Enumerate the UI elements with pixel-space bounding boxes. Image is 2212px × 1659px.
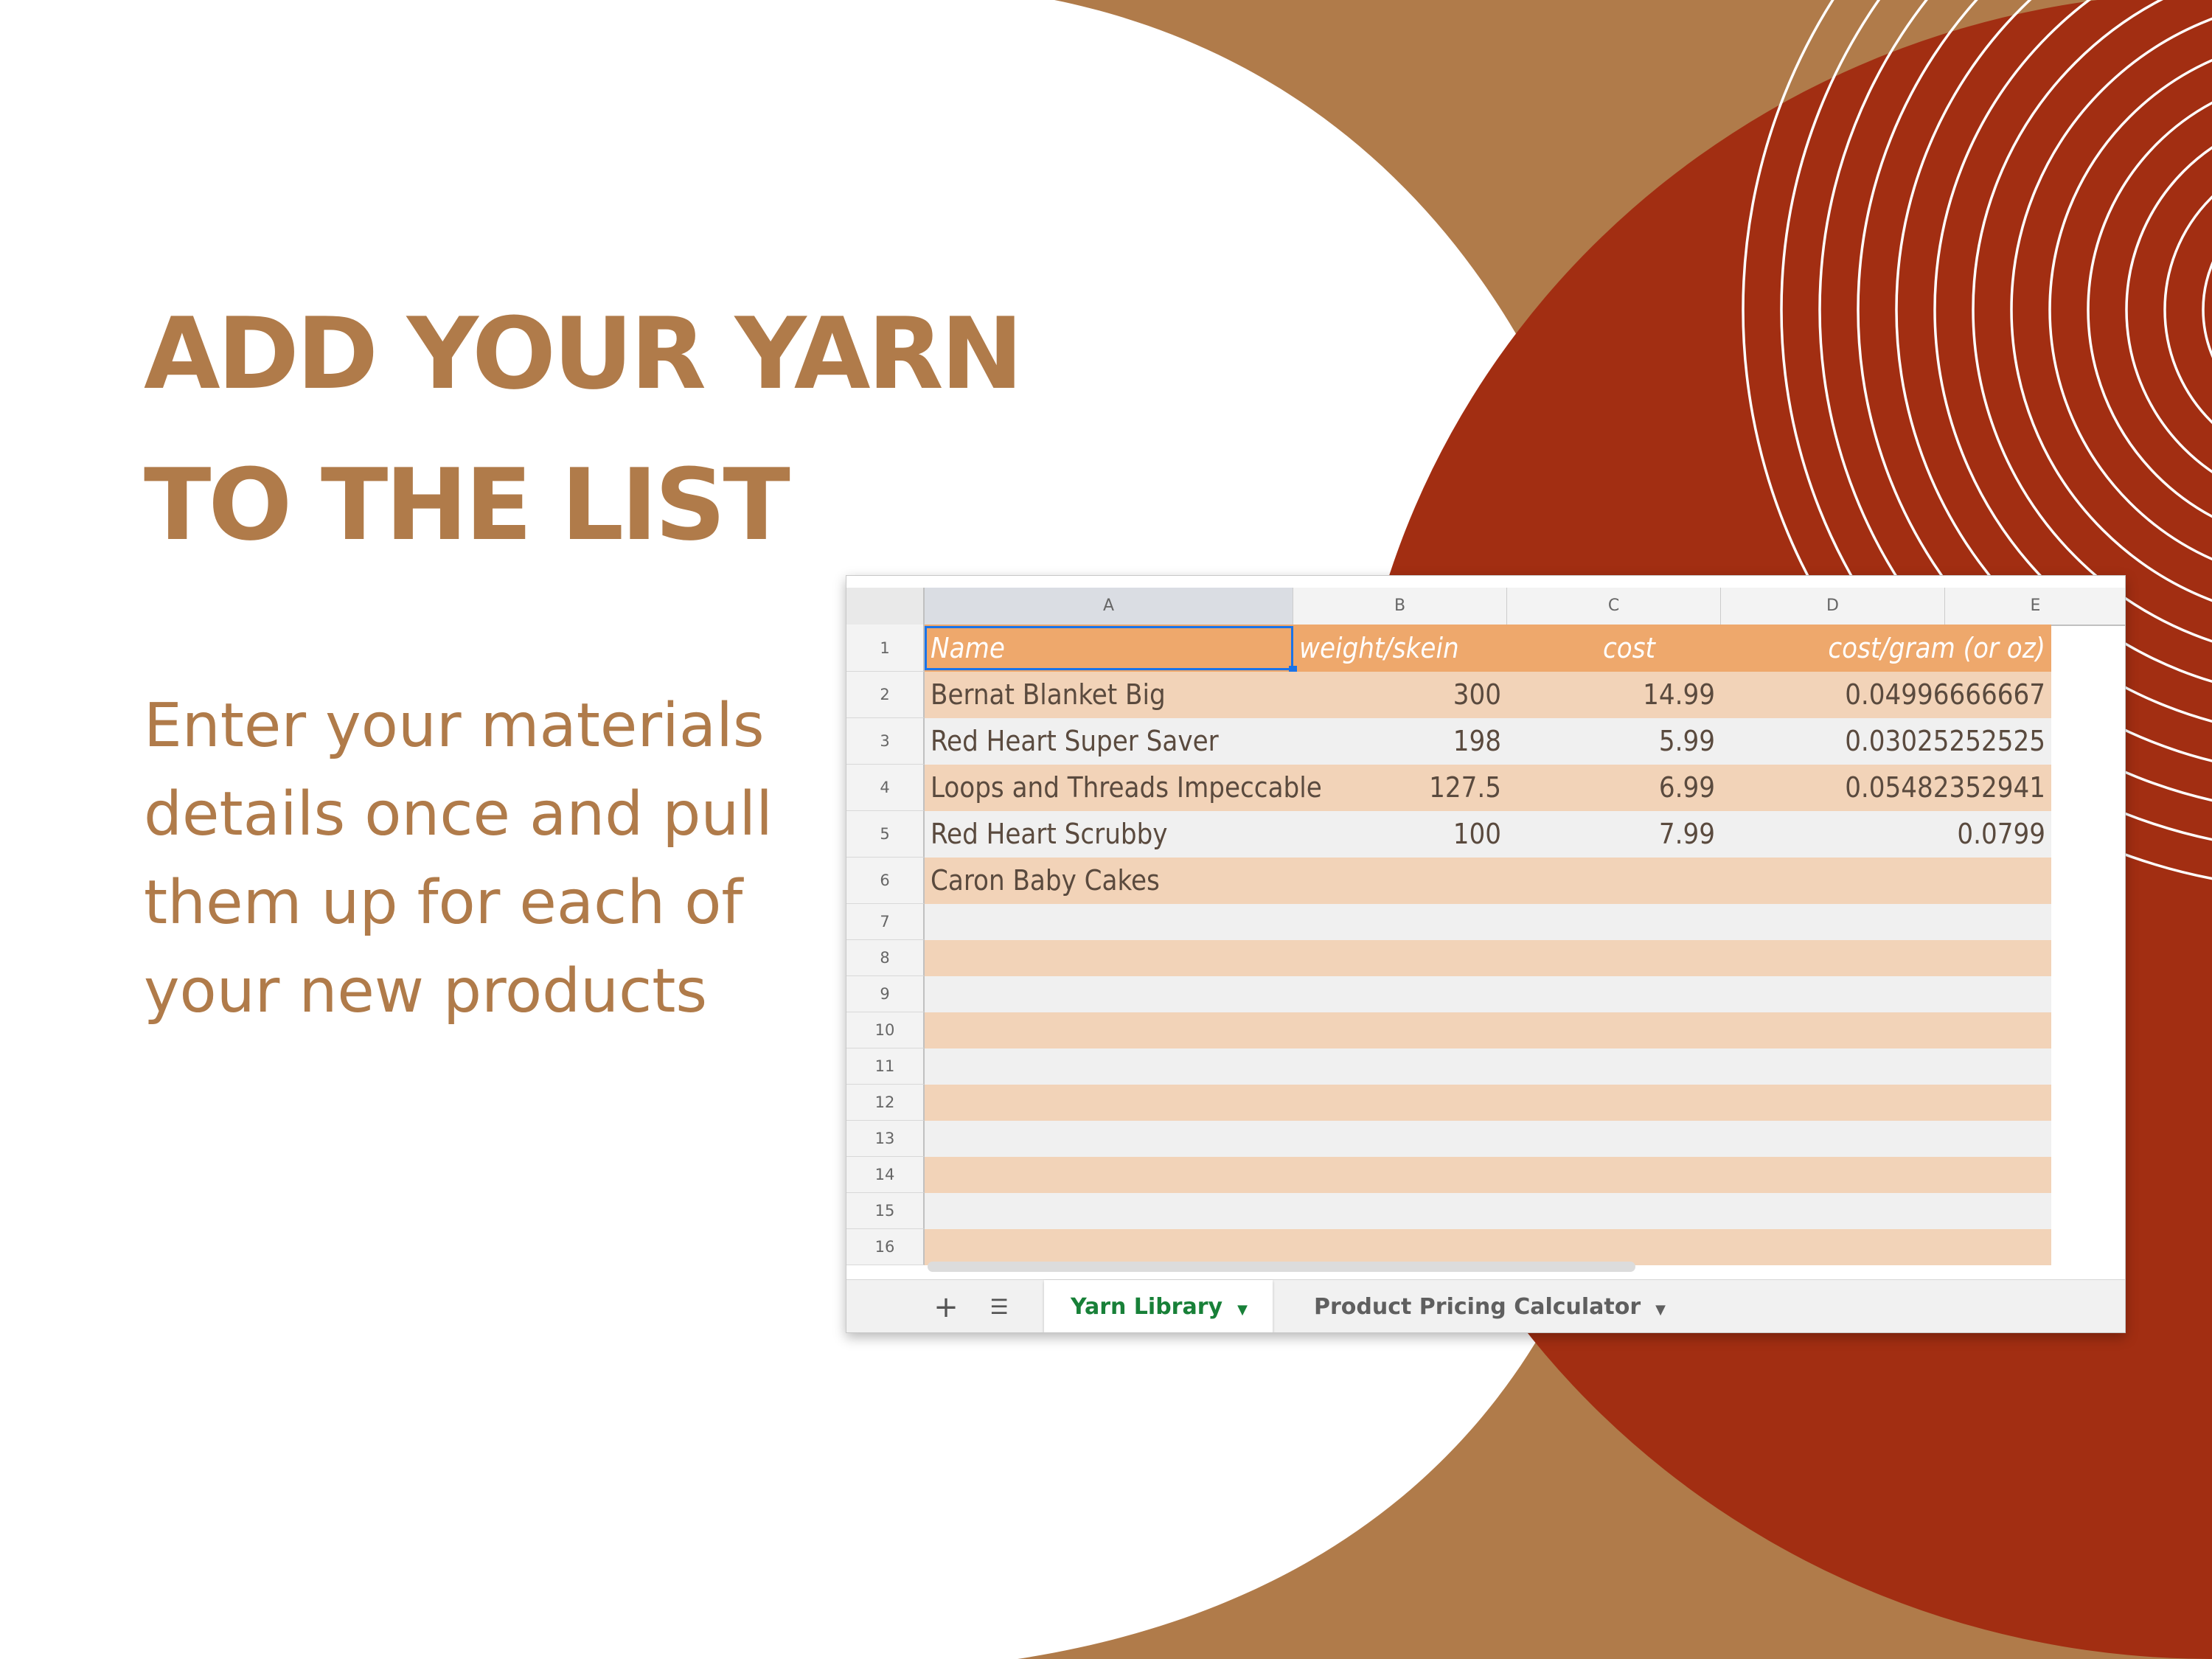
table-row: 2 Bernat Blanket Big 300 14.99 0.04996666667 bbox=[846, 672, 2125, 718]
row-band bbox=[925, 1121, 2051, 1157]
row-number[interactable]: 4 bbox=[846, 765, 925, 811]
caret-down-icon[interactable]: ▼ bbox=[1655, 1302, 1666, 1318]
cost-cell[interactable]: 7.99 bbox=[1507, 811, 1721, 858]
row-band bbox=[925, 940, 2051, 976]
table-row: 4 Loops and Threads Impeccable 127.5 6.99 0.… bbox=[846, 765, 2125, 811]
weight-cell[interactable]: 300 bbox=[1293, 672, 1507, 718]
column-header-b[interactable]: B bbox=[1293, 588, 1507, 625]
cost-per-gram-cell[interactable]: 0.0799 bbox=[1721, 811, 2051, 858]
column-header-e[interactable]: E bbox=[1945, 588, 2125, 625]
tab-label: Yarn Library bbox=[1071, 1294, 1223, 1320]
caret-down-icon[interactable]: ▼ bbox=[1237, 1302, 1248, 1318]
row-number[interactable]: 7 bbox=[846, 904, 925, 940]
sheet-list-icon[interactable]: ☰ bbox=[981, 1289, 1018, 1326]
selected-cell-outline bbox=[925, 626, 1293, 670]
body-text: Enter your materials details once and pu… bbox=[144, 691, 773, 1026]
weight-cell[interactable]: 127.5 bbox=[1293, 765, 1507, 811]
row-band bbox=[925, 976, 2051, 1012]
cost-cell[interactable]: 6.99 bbox=[1507, 765, 1721, 811]
table-row: 5 Red Heart Scrubby 100 7.99 0.0799 bbox=[846, 811, 2125, 858]
row-band bbox=[925, 1193, 2051, 1229]
table-row: 11 bbox=[846, 1048, 2125, 1085]
table-row: 13 bbox=[846, 1121, 2125, 1157]
row-number[interactable]: 11 bbox=[846, 1048, 925, 1085]
row-number[interactable]: 5 bbox=[846, 811, 925, 858]
cost-per-gram-cell[interactable]: 0.03025252525 bbox=[1721, 718, 2051, 765]
name-cell[interactable]: Red Heart Super Saver bbox=[925, 718, 1293, 765]
row-number[interactable]: 12 bbox=[846, 1085, 925, 1121]
weight-cell[interactable]: 100 bbox=[1293, 811, 1507, 858]
select-all-corner[interactable] bbox=[846, 588, 925, 625]
weight-cell[interactable]: 198 bbox=[1293, 718, 1507, 765]
table-row: 8 bbox=[846, 940, 2125, 976]
name-cell[interactable]: Red Heart Scrubby bbox=[925, 811, 1293, 858]
header-row: 1 Name weight/skein cost cost/gram (or o… bbox=[846, 625, 2125, 674]
column-header-d[interactable]: D bbox=[1721, 588, 1945, 625]
column-header-c[interactable]: C bbox=[1507, 588, 1721, 625]
spreadsheet-screenshot: A B C D E 1 Name weight/skein cost cost/… bbox=[846, 575, 2126, 1333]
cost-per-gram-header-cell[interactable]: cost/gram (or oz) bbox=[1721, 625, 2051, 672]
weight-cell[interactable] bbox=[1293, 858, 1507, 904]
tab-label: Product Pricing Calculator bbox=[1314, 1294, 1641, 1320]
horizontal-scrollbar[interactable] bbox=[928, 1262, 1635, 1272]
weight-header-cell[interactable]: weight/skein bbox=[1293, 625, 1507, 672]
row-band bbox=[925, 1229, 2051, 1265]
table-row: 3 Red Heart Super Saver 198 5.99 0.030252525… bbox=[846, 718, 2125, 765]
sheet-tab-bar: + ☰ Yarn Library ▼ Product Pricing Calcul… bbox=[846, 1279, 2125, 1332]
name-cell[interactable]: Bernat Blanket Big bbox=[925, 672, 1293, 718]
cost-per-gram-cell[interactable]: 0.04996666667 bbox=[1721, 672, 2051, 718]
name-cell[interactable]: Caron Baby Cakes bbox=[925, 858, 1293, 904]
row-number[interactable]: 13 bbox=[846, 1121, 925, 1157]
column-header-a[interactable]: A bbox=[925, 588, 1293, 625]
row-number[interactable]: 14 bbox=[846, 1157, 925, 1193]
table-row: 16 bbox=[846, 1229, 2125, 1265]
cost-cell[interactable]: 14.99 bbox=[1507, 672, 1721, 718]
cost-cell[interactable]: 5.99 bbox=[1507, 718, 1721, 765]
row-band bbox=[925, 1048, 2051, 1085]
row-band bbox=[925, 1085, 2051, 1121]
cost-cell[interactable] bbox=[1507, 858, 1721, 904]
row-number[interactable]: 1 bbox=[846, 625, 925, 672]
table-row: 15 bbox=[846, 1193, 2125, 1229]
table-row: 9 bbox=[846, 976, 2125, 1012]
row-band bbox=[925, 1157, 2051, 1193]
table-row: 6 Caron Baby Cakes bbox=[846, 858, 2125, 904]
headline: ADD YOUR YARN TO THE LIST bbox=[144, 296, 1023, 563]
cost-per-gram-cell[interactable]: 0.05482352941 bbox=[1721, 765, 2051, 811]
row-number[interactable]: 2 bbox=[846, 672, 925, 718]
column-header-bar: A B C D E bbox=[846, 588, 2125, 626]
table-row: 12 bbox=[846, 1085, 2125, 1121]
name-cell[interactable]: Loops and Threads Impeccable bbox=[925, 765, 1322, 811]
row-band bbox=[925, 1012, 2051, 1048]
row-number[interactable]: 6 bbox=[846, 858, 925, 904]
table-row: 10 bbox=[846, 1012, 2125, 1048]
table-row: 7 bbox=[846, 904, 2125, 940]
tab-yarn-library[interactable]: Yarn Library ▼ bbox=[1044, 1280, 1273, 1332]
table-row: 14 bbox=[846, 1157, 2125, 1193]
row-number[interactable]: 15 bbox=[846, 1193, 925, 1229]
cost-per-gram-cell[interactable] bbox=[1721, 858, 2051, 904]
cost-header-cell[interactable]: cost bbox=[1507, 625, 1721, 672]
row-number[interactable]: 10 bbox=[846, 1012, 925, 1048]
row-number[interactable]: 8 bbox=[846, 940, 925, 976]
row-number[interactable]: 9 bbox=[846, 976, 925, 1012]
row-number[interactable]: 16 bbox=[846, 1229, 925, 1265]
row-number[interactable]: 3 bbox=[846, 718, 925, 765]
plus-icon[interactable]: + bbox=[928, 1289, 964, 1326]
row-band bbox=[925, 904, 2051, 940]
tab-product-pricing-calculator[interactable]: Product Pricing Calculator ▼ bbox=[1296, 1280, 1680, 1332]
